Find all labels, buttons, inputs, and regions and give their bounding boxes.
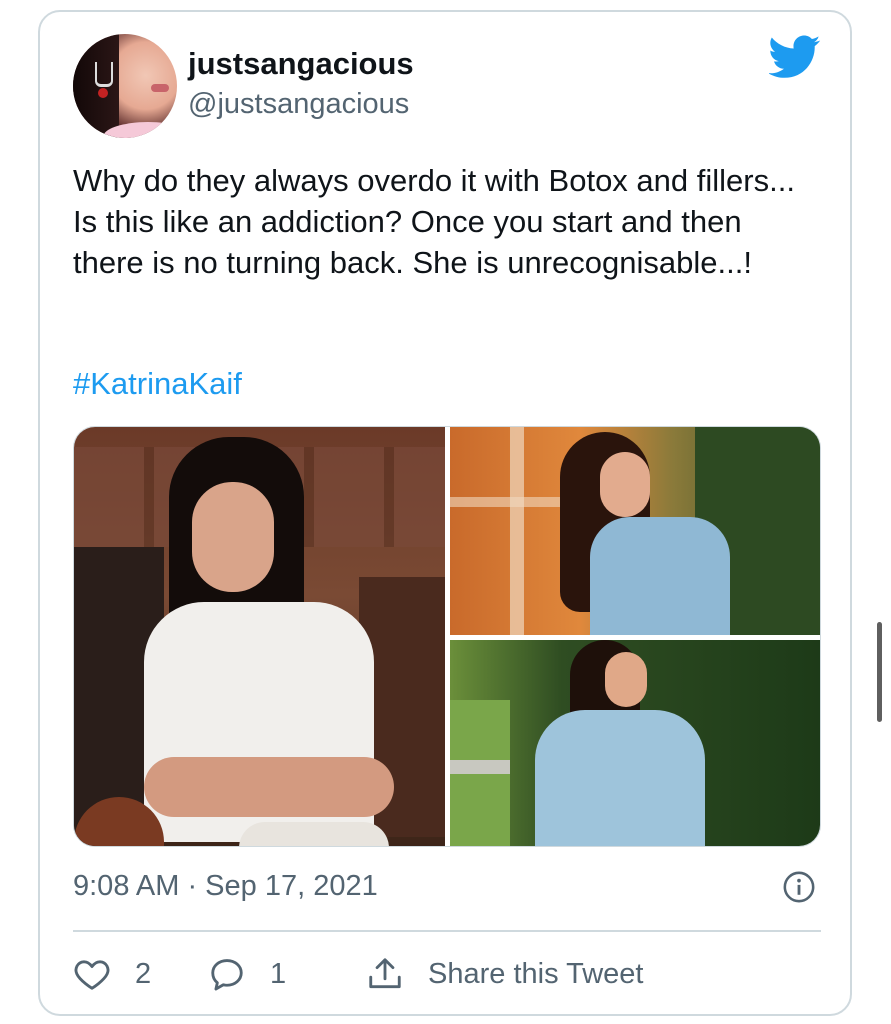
reply-count: 1	[270, 957, 287, 990]
photo-3[interactable]	[450, 640, 820, 846]
like-button[interactable]: 2	[73, 952, 151, 996]
heart-icon	[74, 960, 110, 990]
user-handle[interactable]: @justsangacious	[188, 88, 409, 121]
reply-button[interactable]: 1	[208, 952, 286, 996]
like-count: 2	[135, 957, 152, 990]
avatar[interactable]	[73, 34, 177, 138]
action-bar: 2 1 Share this Tweet	[73, 952, 821, 996]
tweet-timestamp[interactable]: 9:08 AM · Sep 17, 2021	[73, 870, 378, 903]
share-label: Share this Tweet	[428, 957, 644, 990]
scrollbar[interactable]	[877, 622, 882, 722]
divider	[73, 930, 821, 932]
photo-2[interactable]	[450, 427, 820, 635]
info-icon[interactable]	[782, 870, 816, 904]
tweet-text: Why do they always overdo it with Botox …	[73, 163, 795, 280]
display-name[interactable]: justsangacious	[188, 46, 414, 82]
photo-1[interactable]	[74, 427, 445, 846]
hashtag-link[interactable]: #KatrinaKaif	[73, 366, 242, 402]
share-icon	[369, 958, 401, 989]
twitter-bird-icon[interactable]	[769, 34, 821, 80]
media-grid[interactable]	[73, 426, 821, 847]
tweet-card[interactable]: justsangacious @justsangacious Why do th…	[38, 10, 852, 1016]
reply-icon	[211, 959, 243, 991]
share-button[interactable]: Share this Tweet	[366, 952, 643, 996]
